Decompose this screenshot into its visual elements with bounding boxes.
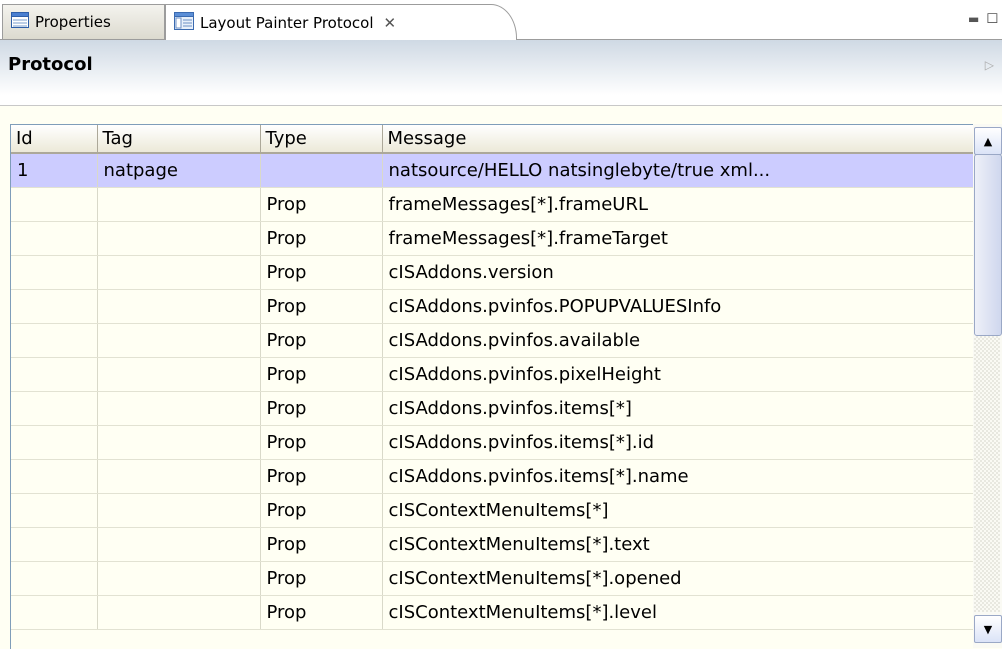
scroll-down-button[interactable]: ▼ [974, 615, 1002, 643]
table-row[interactable]: 1 natpage natsource/HELLO natsinglebyte/tr… [11, 153, 977, 188]
table-row[interactable]: Prop cISAddons.pvinfos.pixelHeight [11, 357, 977, 392]
tab-properties[interactable]: Properties [2, 4, 165, 39]
cell-message: cISAddons.version [382, 255, 977, 290]
cell-tag [97, 561, 261, 596]
cell-type: Prop [260, 391, 383, 426]
cell-id [11, 595, 98, 630]
cell-type: Prop [260, 323, 383, 358]
layout-painter-icon [174, 11, 194, 34]
minimize-icon[interactable]: ▬ [968, 12, 979, 26]
cell-tag [97, 595, 261, 630]
cell-tag [97, 289, 261, 324]
table-row[interactable]: Prop cISContextMenuItems[*].level [11, 595, 977, 630]
tab-properties-label: Properties [35, 13, 111, 31]
cell-message: cISContextMenuItems[*].text [382, 527, 977, 562]
cell-id [11, 187, 98, 222]
cell-message: cISAddons.pvinfos.POPUPVALUESInfo [382, 289, 977, 324]
cell-type: Prop [260, 357, 383, 392]
cell-message: cISAddons.pvinfos.pixelHeight [382, 357, 977, 392]
table-row[interactable]: Prop cISAddons.pvinfos.POPUPVALUESInfo [11, 289, 977, 324]
column-header-id[interactable]: Id [11, 125, 98, 154]
view-tab-bar: Properties Layout Painter Protocol ✕ ▬ ◻ [0, 0, 1002, 40]
cell-message: frameMessages[*].frameTarget [382, 221, 977, 256]
cell-type: Prop [260, 595, 383, 630]
cell-tag [97, 425, 261, 460]
cell-tag [97, 527, 261, 562]
cell-id [11, 459, 98, 494]
tab-layout-painter-protocol[interactable]: Layout Painter Protocol ✕ [165, 4, 517, 40]
cell-id [11, 221, 98, 256]
cell-message: cISContextMenuItems[*].level [382, 595, 977, 630]
tab-layout-painter-protocol-label: Layout Painter Protocol [200, 13, 374, 32]
cell-id [11, 289, 98, 324]
cell-message: cISAddons.pvinfos.items[*].name [382, 459, 977, 494]
scroll-up-button[interactable]: ▲ [974, 127, 1002, 155]
table-row[interactable]: Prop frameMessages[*].frameTarget [11, 221, 977, 256]
close-tab-icon[interactable]: ✕ [384, 14, 397, 32]
cell-id [11, 357, 98, 392]
cell-type: Prop [260, 561, 383, 596]
table-row[interactable]: Prop cISContextMenuItems[*].opened [11, 561, 977, 596]
cell-message: cISAddons.pvinfos.available [382, 323, 977, 358]
cell-tag: natpage [97, 153, 261, 188]
cell-id [11, 255, 98, 290]
cell-message: frameMessages[*].frameURL [382, 187, 977, 222]
panel-title: Protocol [8, 54, 93, 75]
cell-message: cISContextMenuItems[*].opened [382, 561, 977, 596]
table-row[interactable]: Prop cISContextMenuItems[*] [11, 493, 977, 528]
maximize-icon[interactable]: ◻ [986, 8, 998, 26]
cell-type: Prop [260, 255, 383, 290]
cell-type: Prop [260, 527, 383, 562]
table-header-row: Id Tag Type Message [11, 125, 977, 154]
cell-message: cISAddons.pvinfos.items[*].id [382, 425, 977, 460]
table-row[interactable]: Prop cISAddons.version [11, 255, 977, 290]
column-header-type[interactable]: Type [260, 125, 383, 154]
table-row[interactable]: Prop cISAddons.pvinfos.available [11, 323, 977, 358]
cell-id [11, 391, 98, 426]
cell-type: Prop [260, 221, 383, 256]
header-menu-arrow-icon[interactable]: ▷ [985, 58, 994, 72]
cell-id [11, 561, 98, 596]
table-row[interactable]: Prop cISAddons.pvinfos.items[*].name [11, 459, 977, 494]
cell-tag [97, 187, 261, 222]
properties-table-icon [11, 12, 29, 32]
table-row[interactable]: Prop frameMessages[*].frameURL [11, 187, 977, 222]
table-row[interactable]: Prop cISAddons.pvinfos.items[*].id [11, 425, 977, 460]
cell-id: 1 [11, 153, 98, 188]
cell-id [11, 527, 98, 562]
vertical-scrollbar[interactable]: ▲ ▼ [973, 124, 1002, 648]
cell-id [11, 425, 98, 460]
scroll-track[interactable] [974, 336, 1000, 612]
cell-type: Prop [260, 187, 383, 222]
cell-type: Prop [260, 493, 383, 528]
cell-tag [97, 357, 261, 392]
cell-tag [97, 255, 261, 290]
cell-tag [97, 221, 261, 256]
cell-message: natsource/HELLO natsinglebyte/true xml..… [382, 153, 977, 188]
table-row[interactable]: Prop cISContextMenuItems[*].text [11, 527, 977, 562]
cell-type: Prop [260, 459, 383, 494]
cell-type: Prop [260, 289, 383, 324]
cell-type: Prop [260, 425, 383, 460]
column-header-tag[interactable]: Tag [97, 125, 261, 154]
column-header-message[interactable]: Message [382, 125, 977, 154]
cell-id [11, 323, 98, 358]
protocol-table: Id Tag Type Message 1 natpage natsource/HE… [10, 124, 1002, 649]
cell-tag [97, 391, 261, 426]
cell-tag [97, 323, 261, 358]
cell-type [260, 153, 383, 188]
cell-message: cISAddons.pvinfos.items[*] [382, 391, 977, 426]
panel-header: Protocol ▷ [0, 40, 1002, 106]
table-row[interactable]: Prop cISAddons.pvinfos.items[*] [11, 391, 977, 426]
cell-message: cISContextMenuItems[*] [382, 493, 977, 528]
scroll-thumb[interactable] [974, 154, 1002, 336]
cell-tag [97, 493, 261, 528]
cell-id [11, 493, 98, 528]
cell-tag [97, 459, 261, 494]
